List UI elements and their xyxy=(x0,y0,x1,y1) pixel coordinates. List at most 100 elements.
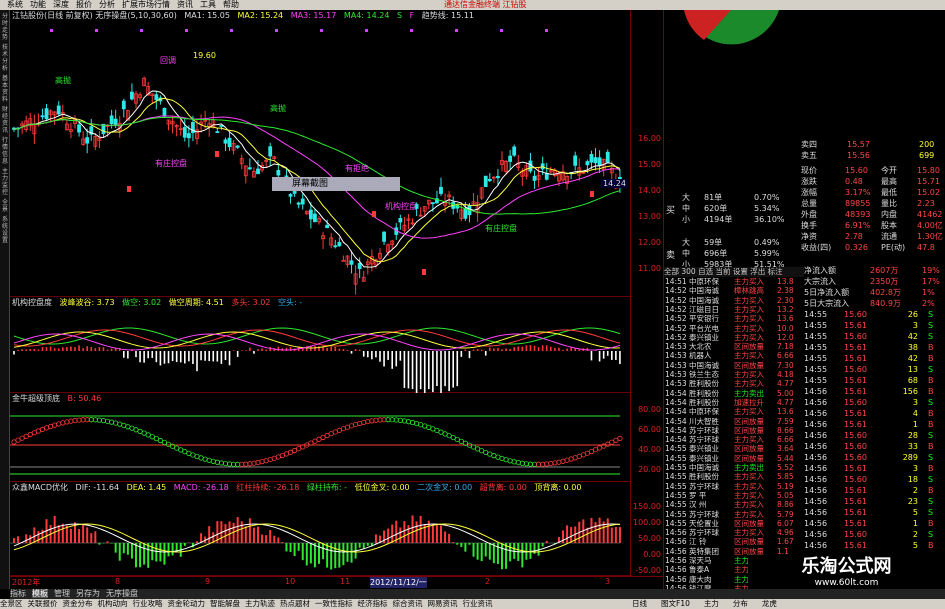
candle xyxy=(382,231,386,245)
trade-volume: 33 xyxy=(907,442,918,451)
golden-bull-chart[interactable] xyxy=(10,404,630,482)
candlestick-chart[interactable]: 高抛回调有庄控盘高抛有拒绝机构控盘有庄控盘 xyxy=(10,21,630,297)
indicator-tabs[interactable]: 指标 模板 管理 另存为 无序操盘 xyxy=(10,589,945,599)
candle xyxy=(215,128,220,134)
candle xyxy=(93,133,98,151)
indicator-tab[interactable]: 另存为 xyxy=(76,589,100,598)
indicator-tab[interactable]: 模板 xyxy=(32,589,48,598)
macd-panel[interactable]: 众鑫MACD优化 DIF: -11.64 DEA: 1.45 MACD: -26… xyxy=(10,482,630,576)
capital-amount: 840.9万 xyxy=(870,299,901,308)
trade-volume: 42 xyxy=(907,354,918,363)
pie-chart xyxy=(684,10,779,45)
macd-chart[interactable] xyxy=(10,493,630,576)
menu-item[interactable]: 扩展市场行情 xyxy=(122,0,170,10)
status-right-tab[interactable]: 龙虎 xyxy=(762,599,777,608)
trade-row: 14:56 15.60 33 B xyxy=(802,442,945,452)
quote-value: 15.02 xyxy=(917,188,940,197)
left-tab[interactable]: 主力监控 xyxy=(0,168,10,196)
quote-value: 15.60 xyxy=(845,166,868,175)
menu-item[interactable]: 工具 xyxy=(200,0,216,10)
left-tab[interactable]: 全景 xyxy=(0,199,10,213)
pie-chart-area xyxy=(664,10,799,180)
status-tab[interactable]: 一致性指标 xyxy=(315,599,353,608)
trade-side: B xyxy=(928,464,934,473)
quote-value: 2.23 xyxy=(917,199,935,208)
status-tab[interactable]: 全景区 xyxy=(0,599,23,608)
signal-circle xyxy=(60,420,66,426)
candle xyxy=(48,109,53,123)
status-right-tab[interactable]: 图文F10 xyxy=(661,599,690,608)
ma2-value: MA2: 15.24 xyxy=(237,11,284,20)
status-tab[interactable]: 资金分布 xyxy=(63,599,93,608)
capital-row: 大宗流入 2350万 17% xyxy=(802,277,945,287)
x-tick-label: 8 xyxy=(115,577,121,586)
trade-time: 14:55 xyxy=(804,310,828,319)
capital-flow: 净流入额 2607万 19% 大宗流入 2350万 17% 5日净流入额 402.8万 1% 5日… xyxy=(802,266,945,310)
indicator-tab[interactable]: 管理 xyxy=(54,589,70,598)
status-tab[interactable]: 主力轨迹 xyxy=(245,599,275,608)
status-tab[interactable]: 经济指标 xyxy=(358,599,388,608)
candle xyxy=(577,158,582,181)
main-chart-panel[interactable]: 江钻股份(日线 前复权) 无序操盘(5,10,30,60) MA1: 15.05… xyxy=(10,10,630,297)
dot-marker xyxy=(185,29,188,32)
indicator-tab[interactable]: 指标 xyxy=(10,589,26,598)
menu-item[interactable]: 功能 xyxy=(30,0,46,10)
menu-item[interactable]: 深度 xyxy=(53,0,69,10)
menu-item[interactable]: 帮助 xyxy=(223,0,239,10)
left-tab[interactable]: 财经资讯 xyxy=(0,106,10,134)
y-tick-label: 16.00 xyxy=(638,134,661,143)
status-tab[interactable]: 行业资讯 xyxy=(463,599,493,608)
quote-row: 现价 15.60 今开 15.80 xyxy=(799,166,945,176)
status-bar[interactable]: 全景区 关联报价 资金分布 机构动向 行业攻略 资金轮动力 智能解盘 主力轨迹 热点题材 一致性指… xyxy=(0,599,945,609)
golden-bull-panel[interactable]: 金牛超级顶底 B: 50.46 xyxy=(10,393,630,482)
quote-table: 卖四 15.57 200 卖五 15.56 699 现价 15.60 今开 15.80 涨跌 0.48… xyxy=(799,140,945,276)
signal-circle xyxy=(210,458,216,464)
trade-side: S xyxy=(928,530,934,539)
menu-item[interactable]: 资讯 xyxy=(177,0,193,10)
status-tab[interactable]: 网易资讯 xyxy=(428,599,458,608)
institution-panel[interactable]: 机构控盘度 波峰波谷: 3.73 做空: 3.02 做空周期: 4.51 多头:… xyxy=(10,297,630,393)
trade-row: 14:56 15.60 289 S xyxy=(802,453,945,463)
status-right-tab[interactable]: 分布 xyxy=(733,599,748,608)
p2-item: 空头: - xyxy=(277,298,303,307)
ma4-value: MA4: 14.24 xyxy=(343,11,390,20)
left-tab[interactable]: 分时走势 xyxy=(0,13,10,41)
status-tab[interactable]: 行业攻略 xyxy=(133,599,163,608)
trade-time: 14:56 xyxy=(804,497,828,506)
y-tick-label: 11.00 xyxy=(638,264,661,273)
p2-title: 机构控盘度 xyxy=(12,298,52,307)
ticker-tabs[interactable]: 全部 300 自选 当前 设置 浮出 标注 xyxy=(664,267,804,277)
trade-side: B xyxy=(928,486,934,495)
institution-chart[interactable] xyxy=(10,308,630,393)
left-tab[interactable]: 行情信息 xyxy=(0,137,10,165)
trade-price: 15.61 xyxy=(844,541,867,550)
status-tab[interactable]: 资金轮动力 xyxy=(168,599,206,608)
left-tab[interactable]: 基本资料 xyxy=(0,75,10,103)
candle xyxy=(64,119,69,131)
status-right-tab[interactable]: 日线 xyxy=(632,599,647,608)
flow-buy-label: 买 xyxy=(666,206,676,216)
left-tab[interactable]: 技术分析 xyxy=(0,44,10,72)
quote-row: 净资 2.78 流通 1.30亿 xyxy=(799,232,945,242)
trade-volume: 38 xyxy=(907,343,918,352)
trade-price: 15.60 xyxy=(844,310,867,319)
status-tab[interactable]: 热点题材 xyxy=(280,599,310,608)
quote-row: 涨跌 0.48 最高 15.71 xyxy=(799,177,945,187)
status-tab[interactable]: 智能解盘 xyxy=(210,599,240,608)
trade-side: B xyxy=(928,420,934,429)
candle xyxy=(288,193,293,204)
left-tab[interactable]: 系统设置 xyxy=(0,216,10,244)
sell-price: 15.56 xyxy=(847,151,870,160)
status-tab[interactable]: 机构动向 xyxy=(98,599,128,608)
status-tab[interactable]: 关联报价 xyxy=(28,599,58,608)
trade-price: 15.61 xyxy=(844,497,867,506)
menu-item[interactable]: 分析 xyxy=(99,0,115,10)
status-tab[interactable]: 综合资讯 xyxy=(393,599,423,608)
menu-item[interactable]: 系统 xyxy=(7,0,23,10)
candle xyxy=(333,239,338,249)
menu-item[interactable]: 报价 xyxy=(76,0,92,10)
indicator-tab[interactable]: 无序操盘 xyxy=(106,589,138,598)
signal-circle xyxy=(104,418,111,424)
status-right-tab[interactable]: 主力 xyxy=(704,599,719,608)
market-ticker[interactable]: 14:51 中原环保 主力买入 13.8 14:52 中国海诚 樟林跳高 2.38 14:52 中… xyxy=(664,277,802,589)
